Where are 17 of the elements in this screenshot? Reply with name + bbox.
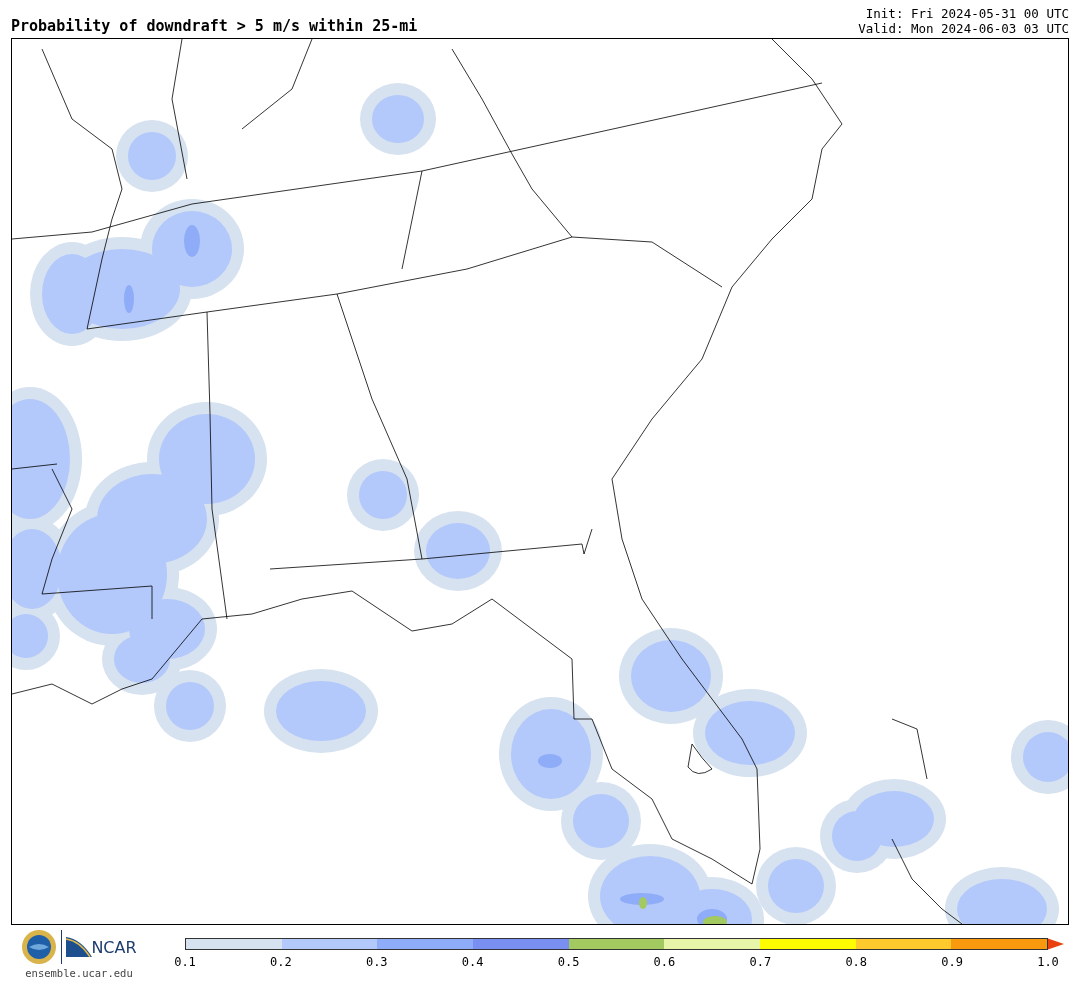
chart-title: Probability of downdraft > 5 m/s within 25-mi (11, 19, 418, 34)
init-time: Init: Fri 2024-05-31 00 UTC (865, 6, 1069, 21)
tick-label: 0.1 (174, 956, 196, 968)
logo-text: NCAR (91, 937, 137, 959)
tick-label: 0.9 (941, 956, 963, 968)
swoosh-icon (66, 937, 93, 957)
tick-label: 0.7 (749, 956, 772, 968)
tick-label: 0.4 (461, 956, 484, 968)
site-url: ensemble.ucar.edu (25, 966, 133, 981)
tick-label: 0.3 (365, 956, 388, 968)
valid-time: Valid: Mon 2024-06-03 03 UTC (858, 21, 1069, 36)
tick-label: 0.8 (845, 956, 868, 968)
tick-label: 0.6 (653, 956, 676, 968)
globe-seal-icon (21, 929, 58, 965)
tick-label: 0.2 (270, 956, 292, 968)
tick-label: 0.5 (557, 956, 580, 968)
tick-label: 1.0 (1037, 956, 1059, 968)
